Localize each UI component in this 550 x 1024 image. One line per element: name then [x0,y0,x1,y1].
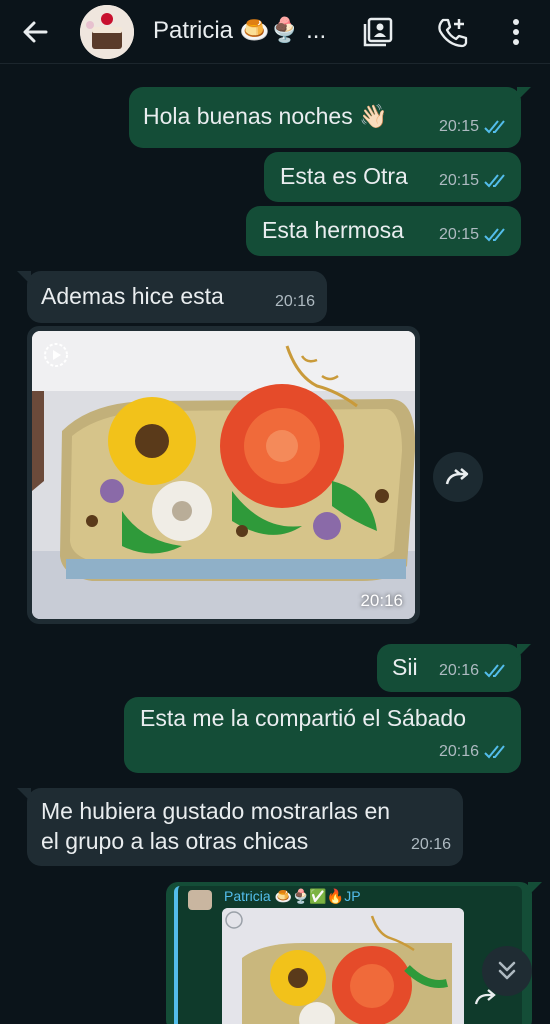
message-text-line-2: el grupo a las otras chicas [41,828,309,854]
message-time: 20:16 [410,836,451,853]
message-meta: 20:15 [439,220,509,250]
add-call-icon[interactable] [432,12,472,52]
message-outgoing[interactable]: Esta me la compartió el Sábado 20:16 [124,697,521,773]
avatar[interactable] [80,5,134,59]
message-time: 20:15 [438,118,479,135]
message-outgoing[interactable]: Esta hermosa 20:15 [246,206,521,256]
scroll-to-bottom-button[interactable] [482,946,532,996]
read-ticks-icon [484,745,505,759]
contact-name[interactable]: Patricia 🍮🍨 ... [153,16,326,45]
double-chevron-down-icon [498,961,516,980]
message-outgoing[interactable]: Hola buenas noches 👋🏻 20:15 [129,87,531,148]
chat-header: Patricia 🍮🍨 ... [0,0,550,64]
message-meta: 20:16 [275,287,315,317]
quoted-author: Patricia 🍮🍨✅🔥JP [224,888,361,904]
message-meta: 20:16 [439,656,509,686]
quoted-avatar [188,890,212,910]
read-ticks-icon [484,174,505,188]
message-time: 20:16 [274,293,315,310]
forward-button[interactable] [433,452,483,502]
message-image[interactable]: 20:16 [27,326,420,624]
play-icon [44,343,68,367]
message-time: 20:15 [438,226,479,243]
read-ticks-icon [484,120,505,134]
message-text: Esta es Otra [280,163,408,189]
message-meta: 20:15 [439,166,509,196]
contact-card-icon[interactable] [358,12,398,52]
message-text: Esta hermosa [262,217,404,243]
message-text: Esta me la compartió el Sábado [140,705,467,731]
message-meta: 20:16 [411,830,451,860]
message-text: Ademas hice esta [41,283,224,309]
message-meta: 20:15 [439,112,509,142]
message-time: 20:16 [438,662,479,679]
cake-photo[interactable]: 20:16 [32,331,415,619]
quoted-message[interactable]: Patricia 🍮🍨✅🔥JP [174,886,522,1024]
message-time: 20:16 [438,743,479,760]
message-time: 20:16 [360,591,403,610]
back-arrow-icon[interactable] [16,12,56,52]
more-vert-icon[interactable] [496,12,536,52]
message-outgoing[interactable]: Sii 20:16 [377,644,531,692]
message-incoming[interactable]: Ademas hice esta 20:16 [17,271,327,323]
message-text: Sii [392,654,418,680]
message-incoming[interactable]: Me hubiera gustado mostrarlas en el grup… [17,788,463,866]
message-outgoing[interactable]: Esta es Otra 20:15 [264,152,521,202]
message-time: 20:15 [438,172,479,189]
quoted-photo [222,908,464,1024]
read-ticks-icon [484,228,505,242]
read-ticks-icon [484,664,505,678]
message-text-line-1: Me hubiera gustado mostrarlas en [41,798,391,824]
message-text: Hola buenas noches 👋🏻 [143,103,388,129]
message-meta: 20:16 [439,737,509,767]
forward-icon [445,468,469,485]
